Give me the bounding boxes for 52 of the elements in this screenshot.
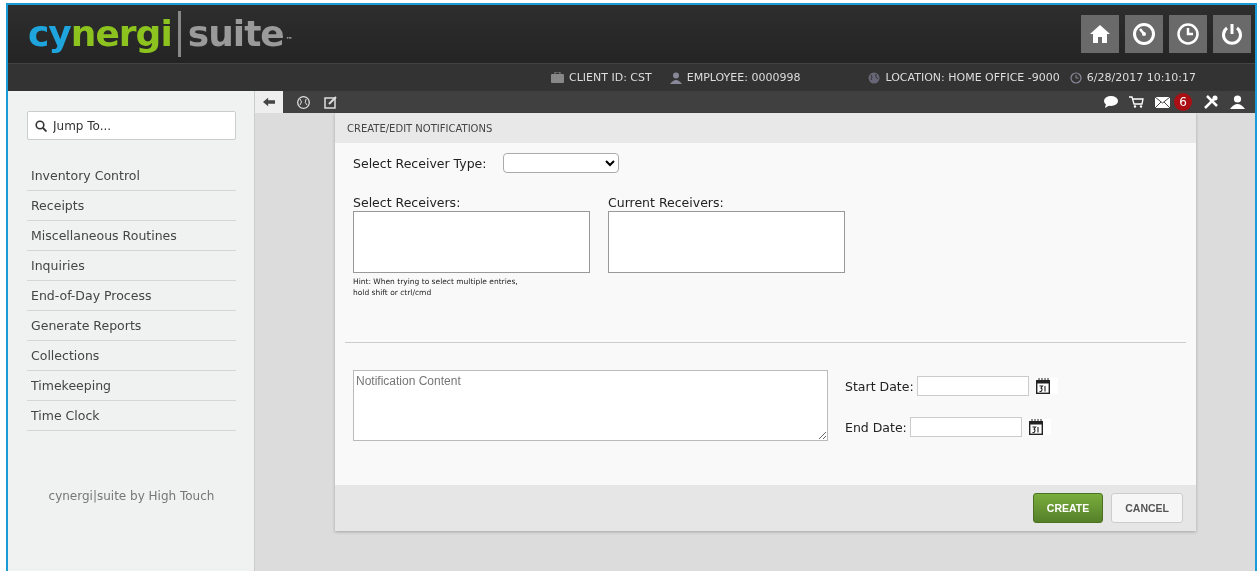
info-text: CLIENT ID: CST	[569, 71, 652, 84]
power-icon	[1220, 22, 1244, 46]
nav-item[interactable]: Miscellaneous Routines	[31, 228, 177, 243]
field-label: Start Date:	[845, 378, 914, 394]
list-box[interactable]	[353, 211, 590, 273]
nav-item[interactable]: Timekeeping	[31, 378, 112, 393]
chat-icon[interactable]	[1104, 96, 1118, 108]
home-button[interactable]	[1081, 15, 1119, 53]
calendar-icon[interactable]	[1028, 419, 1043, 435]
field-label: End Date:	[845, 419, 907, 435]
nav-item[interactable]: Collections	[31, 348, 100, 363]
clock-button[interactable]	[1169, 15, 1207, 53]
info-text: LOCATION: HOME OFFICE -9000	[885, 71, 1060, 84]
person-icon	[669, 71, 682, 84]
field-label: Select Receivers:	[353, 195, 462, 210]
list-box[interactable]	[608, 211, 845, 273]
search-icon	[35, 120, 47, 132]
gauge-icon	[1132, 22, 1156, 46]
count-badge: 6	[1174, 93, 1192, 111]
footer-text: cynergi|suite by High Touch	[47, 489, 216, 503]
content-field[interactable]: Notification Content	[353, 370, 828, 441]
clock-icon	[1069, 71, 1082, 84]
create-button[interactable]: CREATE	[1032, 493, 1104, 523]
logo-text: cy	[28, 12, 71, 56]
user-icon[interactable]	[1230, 95, 1245, 109]
nav-item[interactable]: Inventory Control	[31, 168, 140, 183]
nav-item[interactable]: End-of-Day Process	[31, 288, 152, 303]
cancel-button[interactable]: CANCEL	[1111, 493, 1183, 523]
card-title: CREATE/EDIT NOTIFICATIONS	[335, 113, 1196, 143]
logo-text: nergi	[70, 12, 172, 56]
gauge-button[interactable]	[1125, 15, 1163, 53]
field-label: Current Receivers:	[608, 195, 725, 210]
date-field[interactable]	[909, 417, 1022, 437]
tools-icon[interactable]	[1203, 94, 1219, 110]
logo-text: suite	[187, 12, 284, 56]
cart-icon[interactable]	[1129, 96, 1144, 108]
briefcase-icon	[551, 72, 564, 83]
nav-item[interactable]: Receipts	[31, 198, 85, 213]
nav-item[interactable]: Inquiries	[31, 258, 85, 273]
search-field[interactable]: Jump To...	[27, 111, 236, 140]
home-icon	[1089, 23, 1111, 45]
field-label: Select Receiver Type:	[353, 155, 487, 171]
calendar-icon[interactable]	[1035, 378, 1050, 394]
clock-icon	[1176, 22, 1200, 46]
info-text: EMPLOYEE: 0000998	[686, 71, 801, 84]
power-button[interactable]	[1213, 15, 1251, 53]
nav-item[interactable]: Generate Reports	[31, 318, 142, 333]
date-field[interactable]	[916, 376, 1029, 396]
mail-icon[interactable]	[1155, 96, 1170, 108]
nav-item[interactable]: Time Clock	[31, 408, 100, 423]
edit-icon[interactable]	[324, 95, 337, 109]
info-text: 6/28/2017 10:10:17	[1086, 71, 1197, 84]
